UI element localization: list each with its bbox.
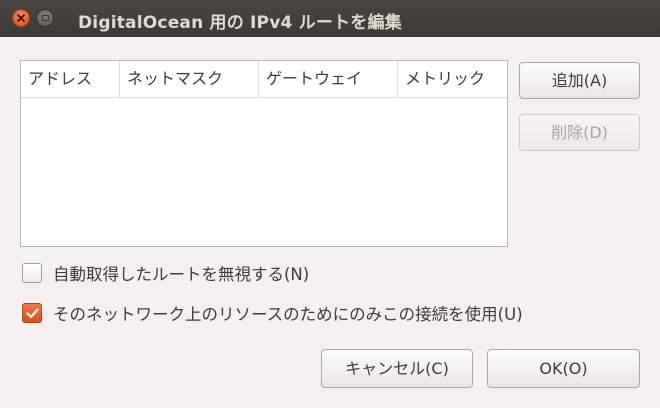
ignore-auto-routes-checkbox[interactable]: [22, 263, 42, 283]
window-title: DigitalOcean 用の IPv4 ルートを編集: [78, 13, 402, 33]
close-icon: [17, 14, 25, 22]
use-only-for-resources-label: そのネットワーク上のリソースのためにのみこの接続を使用(U): [53, 305, 523, 324]
routes-table[interactable]: アドレス ネットマスク ゲートウェイ メトリック: [20, 60, 508, 247]
minimize-icon: [41, 15, 49, 21]
use-only-for-resources-option[interactable]: そのネットワーク上のリソースのためにのみこの接続を使用(U): [22, 301, 523, 325]
use-only-for-resources-checkbox[interactable]: [22, 303, 42, 323]
column-header-metric[interactable]: メトリック: [398, 61, 507, 97]
close-button[interactable]: [12, 9, 30, 27]
edit-ipv4-routes-dialog: DigitalOcean 用の IPv4 ルートを編集 アドレス ネットマスク …: [0, 0, 660, 408]
table-header: アドレス ネットマスク ゲートウェイ メトリック: [21, 61, 507, 98]
minimize-button[interactable]: [36, 9, 54, 27]
title-bar: DigitalOcean 用の IPv4 ルートを編集: [0, 0, 660, 37]
delete-button[interactable]: 削除(D): [519, 114, 640, 151]
cancel-button[interactable]: キャンセル(C): [321, 349, 473, 388]
column-header-address[interactable]: アドレス: [21, 61, 120, 97]
add-button[interactable]: 追加(A): [519, 62, 640, 99]
column-header-netmask[interactable]: ネットマスク: [120, 61, 259, 97]
checkmark-icon: [25, 307, 39, 318]
ignore-auto-routes-option[interactable]: 自動取得したルートを無視する(N): [22, 261, 309, 285]
column-header-gateway[interactable]: ゲートウェイ: [259, 61, 398, 97]
ignore-auto-routes-label: 自動取得したルートを無視する(N): [53, 265, 310, 284]
ok-button[interactable]: OK(O): [487, 349, 640, 388]
